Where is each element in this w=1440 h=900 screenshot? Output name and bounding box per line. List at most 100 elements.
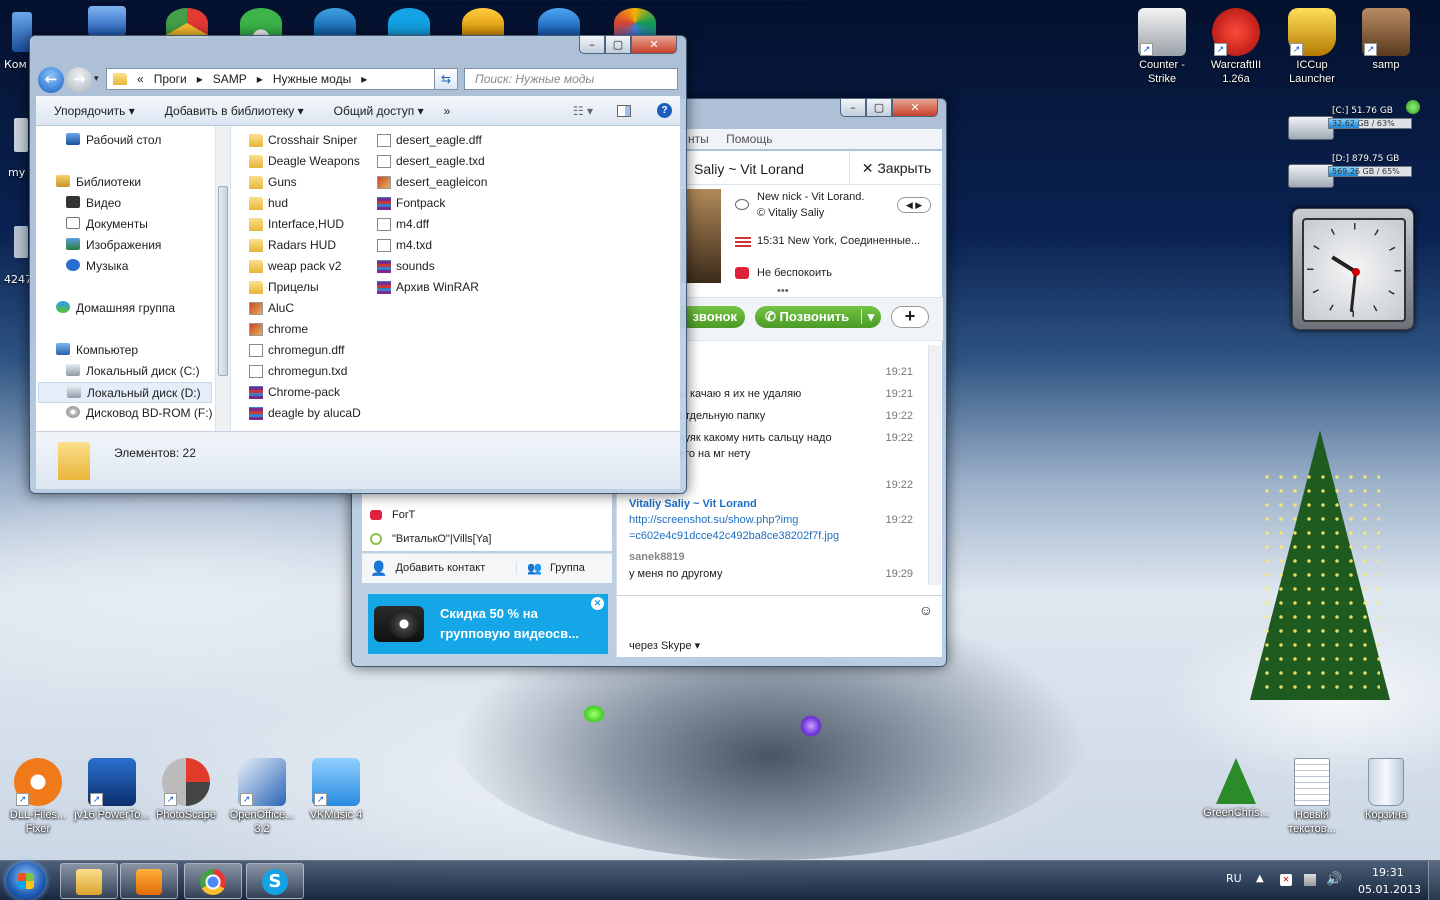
message-input[interactable]: ☺ [617,595,943,631]
nav-scroll-thumb[interactable] [218,186,228,376]
desktop-icon-jv16[interactable]: ↗ jv16 PowerTo... [74,758,150,822]
file-item[interactable]: Fontpack [377,193,445,214]
nav-item-homegroup[interactable]: Домашняя группа [56,298,175,319]
nav-item-drive-d[interactable]: Локальный диск (D:) [38,382,212,403]
close-window-button[interactable]: ✕ [892,98,938,117]
desktop-icon-peek-3[interactable] [240,8,282,38]
add-to-library-menu[interactable]: Добавить в библиотеку ▾ [165,104,304,118]
file-item[interactable]: Guns [249,172,297,193]
send-via-dropdown[interactable]: через Skype ▾ [629,639,700,652]
skype-desktop-icon[interactable] [388,8,430,38]
taskbar-skype[interactable]: S [246,863,304,899]
taskbar-media-player[interactable] [120,863,178,899]
file-item[interactable]: weap pack v2 [249,256,341,277]
clock-gadget[interactable] [1292,208,1414,330]
file-item[interactable]: Архив WinRAR [377,277,479,298]
show-desktop-button[interactable] [1428,861,1440,900]
back-button[interactable]: ← [38,67,64,93]
contact-item[interactable]: ForT [370,509,415,521]
file-item[interactable]: hud [249,193,288,214]
desktop-icon-recycle-bin[interactable]: Корзина [1348,758,1424,822]
file-item[interactable]: Deagle Weapons [249,151,360,172]
desktop-icon-warcraft[interactable]: ↗ WarcraftIII 1.26a [1198,8,1274,86]
nav-scrollbar[interactable] [215,126,230,431]
desktop-icon-peek-4[interactable] [314,8,356,38]
breadcrumb-item[interactable]: SAMP [213,72,247,86]
minimize-button[interactable]: – [840,98,866,117]
file-item[interactable]: Interface,HUD [249,214,344,235]
nav-item-bd-rom[interactable]: Дисковод BD-ROM (F:) [66,403,213,424]
language-indicator[interactable]: RU [1226,872,1242,885]
breadcrumb-item[interactable]: Проги [154,72,187,86]
forward-button[interactable]: → [66,67,92,93]
clock-time[interactable]: 19:31 [1372,866,1404,879]
close-window-button[interactable]: ✕ [631,35,677,54]
file-item[interactable]: m4.txd [377,235,432,256]
desktop-icon-greenchristmas[interactable]: GreenChris... [1198,758,1274,820]
file-item[interactable]: desert_eagleicon [377,172,487,193]
desktop-icon-peek-6[interactable] [462,8,504,38]
emoticon-icon[interactable]: ☺ [919,602,933,618]
file-item[interactable]: AluC [249,298,294,319]
nav-item-desktop[interactable]: Рабочий стол [66,130,161,151]
mood-nav[interactable]: ◀ ▶ [897,197,931,213]
desktop-icon-peek-7[interactable] [538,8,580,38]
preview-pane-icon[interactable] [617,104,631,117]
close-conversation-button[interactable]: ✕ Закрыть [849,151,943,185]
file-item[interactable]: Radars HUD [249,235,336,256]
menu-help[interactable]: Помощь [726,132,772,146]
nav-item-libraries[interactable]: Библиотеки [56,172,141,193]
maximize-button[interactable]: ▢ [866,98,892,117]
breadcrumb-item[interactable]: Нужные моды [273,72,351,86]
desktop-icon-my-partial[interactable]: my [0,118,30,180]
chat-scrollbar[interactable] [928,345,941,585]
desktop-icon-openoffice[interactable]: ↗ OpenOffice... 3.2 [224,758,300,836]
start-button[interactable] [6,862,46,900]
file-item[interactable]: desert_eagle.txd [377,151,485,172]
desktop-icon-computer-partial[interactable]: Ком [0,12,32,74]
more-commands[interactable]: » [444,104,451,118]
tray-expand-icon[interactable]: ▲ [1256,873,1264,884]
menu-contacts-partial[interactable]: нты [688,132,709,146]
file-item[interactable]: Chrome-pack [249,382,340,403]
message-link[interactable]: http://screenshot.su/show.php?img [629,514,798,526]
file-item[interactable]: deagle by alucaD [249,403,361,424]
clock-date[interactable]: 05.01.2013 [1358,883,1421,896]
taskbar-chrome[interactable] [184,863,242,899]
desktop-icon-peek-1[interactable] [88,6,126,36]
message-sender[interactable]: sanek8819 [629,551,685,563]
file-item[interactable]: m4.dff [377,214,429,235]
nav-item-computer[interactable]: Компьютер [56,340,138,361]
breadcrumb-overflow[interactable]: « [137,72,144,86]
explorer-window[interactable]: – ▢ ✕ ← → ▾ « Проги ▸ SAMP ▸ Нужные моды ▸ … [29,35,687,494]
search-input[interactable]: Поиск: Нужные моды [464,68,678,90]
expand-dots[interactable]: ••• [777,285,789,297]
view-options-icon[interactable]: ☷ ▾ [573,104,593,118]
desktop-icon-iccup[interactable]: ↗ ICCup Launcher [1274,8,1350,86]
file-item[interactable]: Crosshair Sniper [249,130,357,151]
nav-item-pictures[interactable]: Изображения [66,235,161,256]
tray-flag-icon[interactable]: ✕ [1280,874,1292,886]
add-contact-button[interactable]: 👤 Добавить контакт [370,561,485,575]
call-button[interactable]: ✆ Позвонить ▾ [755,306,881,328]
volume-icon[interactable]: 🔊 [1326,872,1342,887]
file-item[interactable]: sounds [377,256,435,277]
maximize-button[interactable]: ▢ [605,35,631,54]
desktop-icon-dll-fixer[interactable]: ↗ DLL-Files... Fixer [0,758,76,836]
desktop-icon-new-text[interactable]: Новый текстов... [1274,758,1350,836]
refresh-icon[interactable] [1406,100,1420,114]
nav-item-documents[interactable]: Документы [66,214,148,235]
desktop-icon-4247-partial[interactable]: 4247 [0,226,32,288]
contact-item[interactable]: "ВиталькО"|Vills[Ya] [370,533,491,545]
drive-gadget[interactable]: [C:] 51.76 GB 32.62 GB / 63% [D:] 879.75… [1288,98,1424,198]
nav-item-music[interactable]: Музыка [66,256,128,277]
file-item[interactable]: desert_eagle.dff [377,130,482,151]
taskbar-explorer[interactable] [60,863,118,899]
minimize-button[interactable]: – [579,35,605,54]
nav-item-video[interactable]: Видео [66,193,121,214]
organize-menu[interactable]: Упорядочить ▾ [54,104,135,118]
history-dropdown-icon[interactable]: ▾ [94,74,99,84]
message-link[interactable]: =c602e4c91dcce42c492ba8ce38202f7f.jpg [629,530,839,542]
file-item[interactable]: Прицелы [249,277,319,298]
message-sender[interactable]: Vitaliy Saliy ~ Vit Lorand [629,498,757,510]
